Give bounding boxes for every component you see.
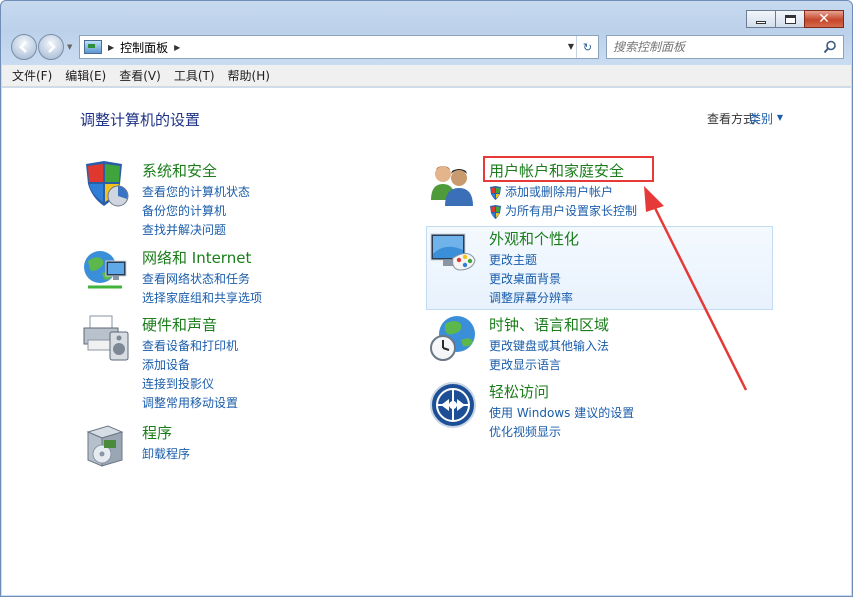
close-icon: ✕	[818, 11, 830, 27]
uac-shield-icon	[490, 204, 501, 219]
category-links-hardware-sound: 查看设备和打印机 添加设备 连接到投影仪 调整常用移动设置	[142, 337, 238, 413]
link-homegroup-sharing[interactable]: 选择家庭组和共享选项	[142, 289, 262, 308]
link-connect-projector[interactable]: 连接到投影仪	[142, 375, 238, 394]
view-by-dropdown[interactable]: 类别	[749, 110, 773, 127]
minimize-button[interactable]	[746, 10, 776, 28]
maximize-button[interactable]	[775, 10, 805, 28]
link-troubleshoot[interactable]: 查找并解决问题	[142, 221, 250, 240]
accessibility-icon[interactable]	[429, 381, 477, 429]
link-uninstall-program[interactable]: 卸载程序	[142, 445, 190, 464]
close-button[interactable]: ✕	[804, 10, 844, 28]
uac-shield-icon	[490, 185, 501, 200]
page-title: 调整计算机的设置	[80, 111, 201, 129]
category-links-user-accounts: 添加或删除用户帐户 为所有用户设置家长控制	[490, 183, 637, 221]
recent-pages-dropdown[interactable]: ▼	[67, 43, 72, 51]
link-backup-computer[interactable]: 备份您的计算机	[142, 202, 250, 221]
link-text-add-remove-accounts[interactable]: 添加或删除用户帐户	[505, 183, 613, 202]
link-change-display-language[interactable]: 更改显示语言	[489, 356, 609, 375]
link-screen-resolution[interactable]: 调整屏幕分辨率	[489, 289, 573, 308]
link-recommended-settings[interactable]: 使用 Windows 建议的设置	[489, 404, 634, 423]
minimize-icon	[756, 20, 766, 24]
category-links-clock-language-region: 更改键盘或其他输入法 更改显示语言	[489, 337, 609, 375]
menu-help[interactable]: 帮助(H)	[228, 67, 270, 84]
link-change-keyboards[interactable]: 更改键盘或其他输入法	[489, 337, 609, 356]
link-change-theme[interactable]: 更改主题	[489, 251, 573, 270]
category-title-network-internet[interactable]: 网络和 Internet	[142, 247, 251, 268]
navigation-bar: ▼ ▶ 控制面板 ▶ ▼ ↻	[9, 34, 844, 60]
breadcrumb-control-panel[interactable]: 控制面板	[120, 39, 168, 56]
breadcrumb-separator-icon[interactable]: ▶	[108, 43, 114, 52]
monitor-palette-icon[interactable]	[429, 228, 477, 276]
link-mobility-settings[interactable]: 调整常用移动设置	[142, 394, 238, 413]
search-box[interactable]	[606, 35, 844, 59]
category-title-hardware-sound[interactable]: 硬件和声音	[142, 314, 217, 335]
search-icon[interactable]	[823, 40, 837, 54]
category-links-programs: 卸载程序	[142, 445, 190, 464]
link-add-remove-accounts[interactable]: 添加或删除用户帐户	[489, 183, 637, 202]
control-panel-window: ✕ ▼ ▶ 控制面板 ▶ ▼ ↻ 文件(F) 编辑(E) 查看(V)	[0, 0, 853, 597]
maximize-icon	[784, 14, 796, 24]
annotation-highlight-box	[483, 156, 654, 182]
link-add-device[interactable]: 添加设备	[142, 356, 238, 375]
two-users-icon[interactable]	[429, 160, 477, 208]
printer-speaker-icon[interactable]	[82, 314, 130, 362]
breadcrumb-separator-icon[interactable]: ▶	[174, 43, 180, 52]
category-links-appearance: 更改主题 更改桌面背景 调整屏幕分辨率	[489, 251, 573, 308]
link-change-background[interactable]: 更改桌面背景	[489, 270, 573, 289]
category-title-appearance[interactable]: 外观和个性化	[489, 228, 579, 249]
search-input[interactable]	[613, 40, 813, 54]
software-box-icon[interactable]	[82, 422, 130, 470]
control-panel-icon	[84, 40, 102, 54]
category-title-clock-language-region[interactable]: 时钟、语言和区域	[489, 314, 609, 335]
refresh-button[interactable]: ↻	[576, 36, 598, 58]
menu-edit[interactable]: 编辑(E)	[65, 67, 106, 84]
shield-pie-icon[interactable]	[82, 160, 130, 208]
link-devices-printers[interactable]: 查看设备和打印机	[142, 337, 238, 356]
back-arrow-icon	[19, 41, 27, 53]
category-links-ease-of-access: 使用 Windows 建议的设置 优化视频显示	[489, 404, 634, 442]
link-network-status[interactable]: 查看网络状态和任务	[142, 270, 262, 289]
menu-bar: 文件(F) 编辑(E) 查看(V) 工具(T) 帮助(H)	[2, 65, 851, 87]
category-title-ease-of-access[interactable]: 轻松访问	[489, 381, 549, 402]
category-links-system-security: 查看您的计算机状态 备份您的计算机 查找并解决问题	[142, 183, 250, 240]
menu-tools[interactable]: 工具(T)	[174, 67, 215, 84]
caption-buttons: ✕	[746, 10, 844, 28]
link-text-parental-controls[interactable]: 为所有用户设置家长控制	[505, 202, 637, 221]
category-links-network-internet: 查看网络状态和任务 选择家庭组和共享选项	[142, 270, 262, 308]
menu-file[interactable]: 文件(F)	[12, 67, 52, 84]
forward-button[interactable]	[38, 34, 64, 60]
globe-clock-icon[interactable]	[429, 314, 477, 362]
address-dropdown-icon[interactable]: ▼	[568, 42, 574, 51]
address-bar[interactable]: ▶ 控制面板 ▶ ▼ ↻	[79, 35, 599, 59]
refresh-icon: ↻	[582, 40, 593, 54]
category-title-programs[interactable]: 程序	[142, 422, 172, 443]
category-title-system-security[interactable]: 系统和安全	[142, 160, 217, 181]
globe-monitor-icon[interactable]	[82, 247, 130, 295]
forward-arrow-icon	[48, 41, 56, 53]
link-parental-controls[interactable]: 为所有用户设置家长控制	[489, 202, 637, 221]
annotation-arrow	[644, 186, 748, 391]
back-button[interactable]	[11, 34, 37, 60]
content-area: 调整计算机的设置 查看方式: 类别 ▼ 系统和安全 查看您的计算机状态 备份您的…	[2, 88, 851, 595]
menu-view[interactable]: 查看(V)	[119, 67, 161, 84]
link-optimize-visual-display[interactable]: 优化视频显示	[489, 423, 634, 442]
view-by-dropdown-arrow-icon[interactable]: ▼	[777, 113, 783, 122]
link-view-computer-status[interactable]: 查看您的计算机状态	[142, 183, 250, 202]
